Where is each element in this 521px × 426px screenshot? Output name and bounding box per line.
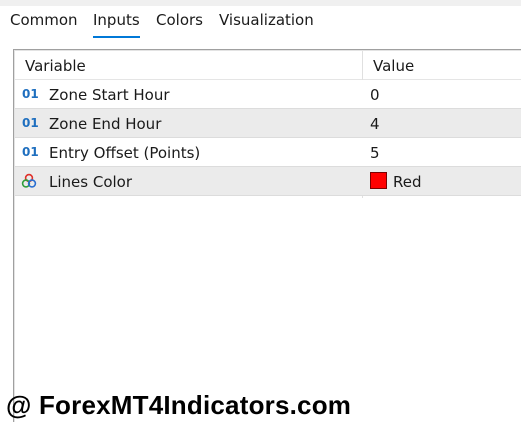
row-value[interactable]: 0 <box>370 80 380 108</box>
row-value[interactable]: Red <box>393 167 422 195</box>
row-value[interactable]: 4 <box>370 109 380 137</box>
table-header: Variable Value <box>15 51 521 80</box>
tab-colors[interactable]: Colors <box>156 10 203 36</box>
row-variable: Zone End Hour <box>49 115 162 133</box>
tab-inputs[interactable]: Inputs <box>93 10 140 38</box>
row-variable: Zone Start Hour <box>49 86 170 104</box>
row-variable: Entry Offset (Points) <box>49 144 201 162</box>
table-row[interactable]: 01 Zone End Hour 4 <box>15 109 521 138</box>
header-value[interactable]: Value <box>373 51 414 79</box>
tab-label: Inputs <box>93 11 140 29</box>
table-row[interactable]: Lines Color Red <box>15 167 521 196</box>
table-row[interactable]: 01 Zone Start Hour 0 <box>15 80 521 109</box>
tab-common[interactable]: Common <box>10 10 78 36</box>
active-tab-indicator <box>93 36 140 38</box>
tab-label: Colors <box>156 11 203 29</box>
tab-bar: Common Inputs Colors Visualization <box>0 6 521 40</box>
integer-param-icon: 01 <box>22 145 39 159</box>
tab-label: Common <box>10 11 78 29</box>
tab-visualization[interactable]: Visualization <box>219 10 314 36</box>
inputs-table: Variable Value 01 Zone Start Hour 0 01 Z… <box>13 49 521 422</box>
row-value[interactable]: 5 <box>370 138 380 166</box>
table-row[interactable]: 01 Entry Offset (Points) 5 <box>15 138 521 167</box>
tab-label: Visualization <box>219 11 314 29</box>
color-param-icon <box>21 173 39 191</box>
row-variable: Lines Color <box>49 173 133 191</box>
integer-param-icon: 01 <box>22 116 39 130</box>
integer-param-icon: 01 <box>22 87 39 101</box>
color-swatch[interactable] <box>370 172 387 189</box>
header-variable[interactable]: Variable <box>25 51 86 79</box>
